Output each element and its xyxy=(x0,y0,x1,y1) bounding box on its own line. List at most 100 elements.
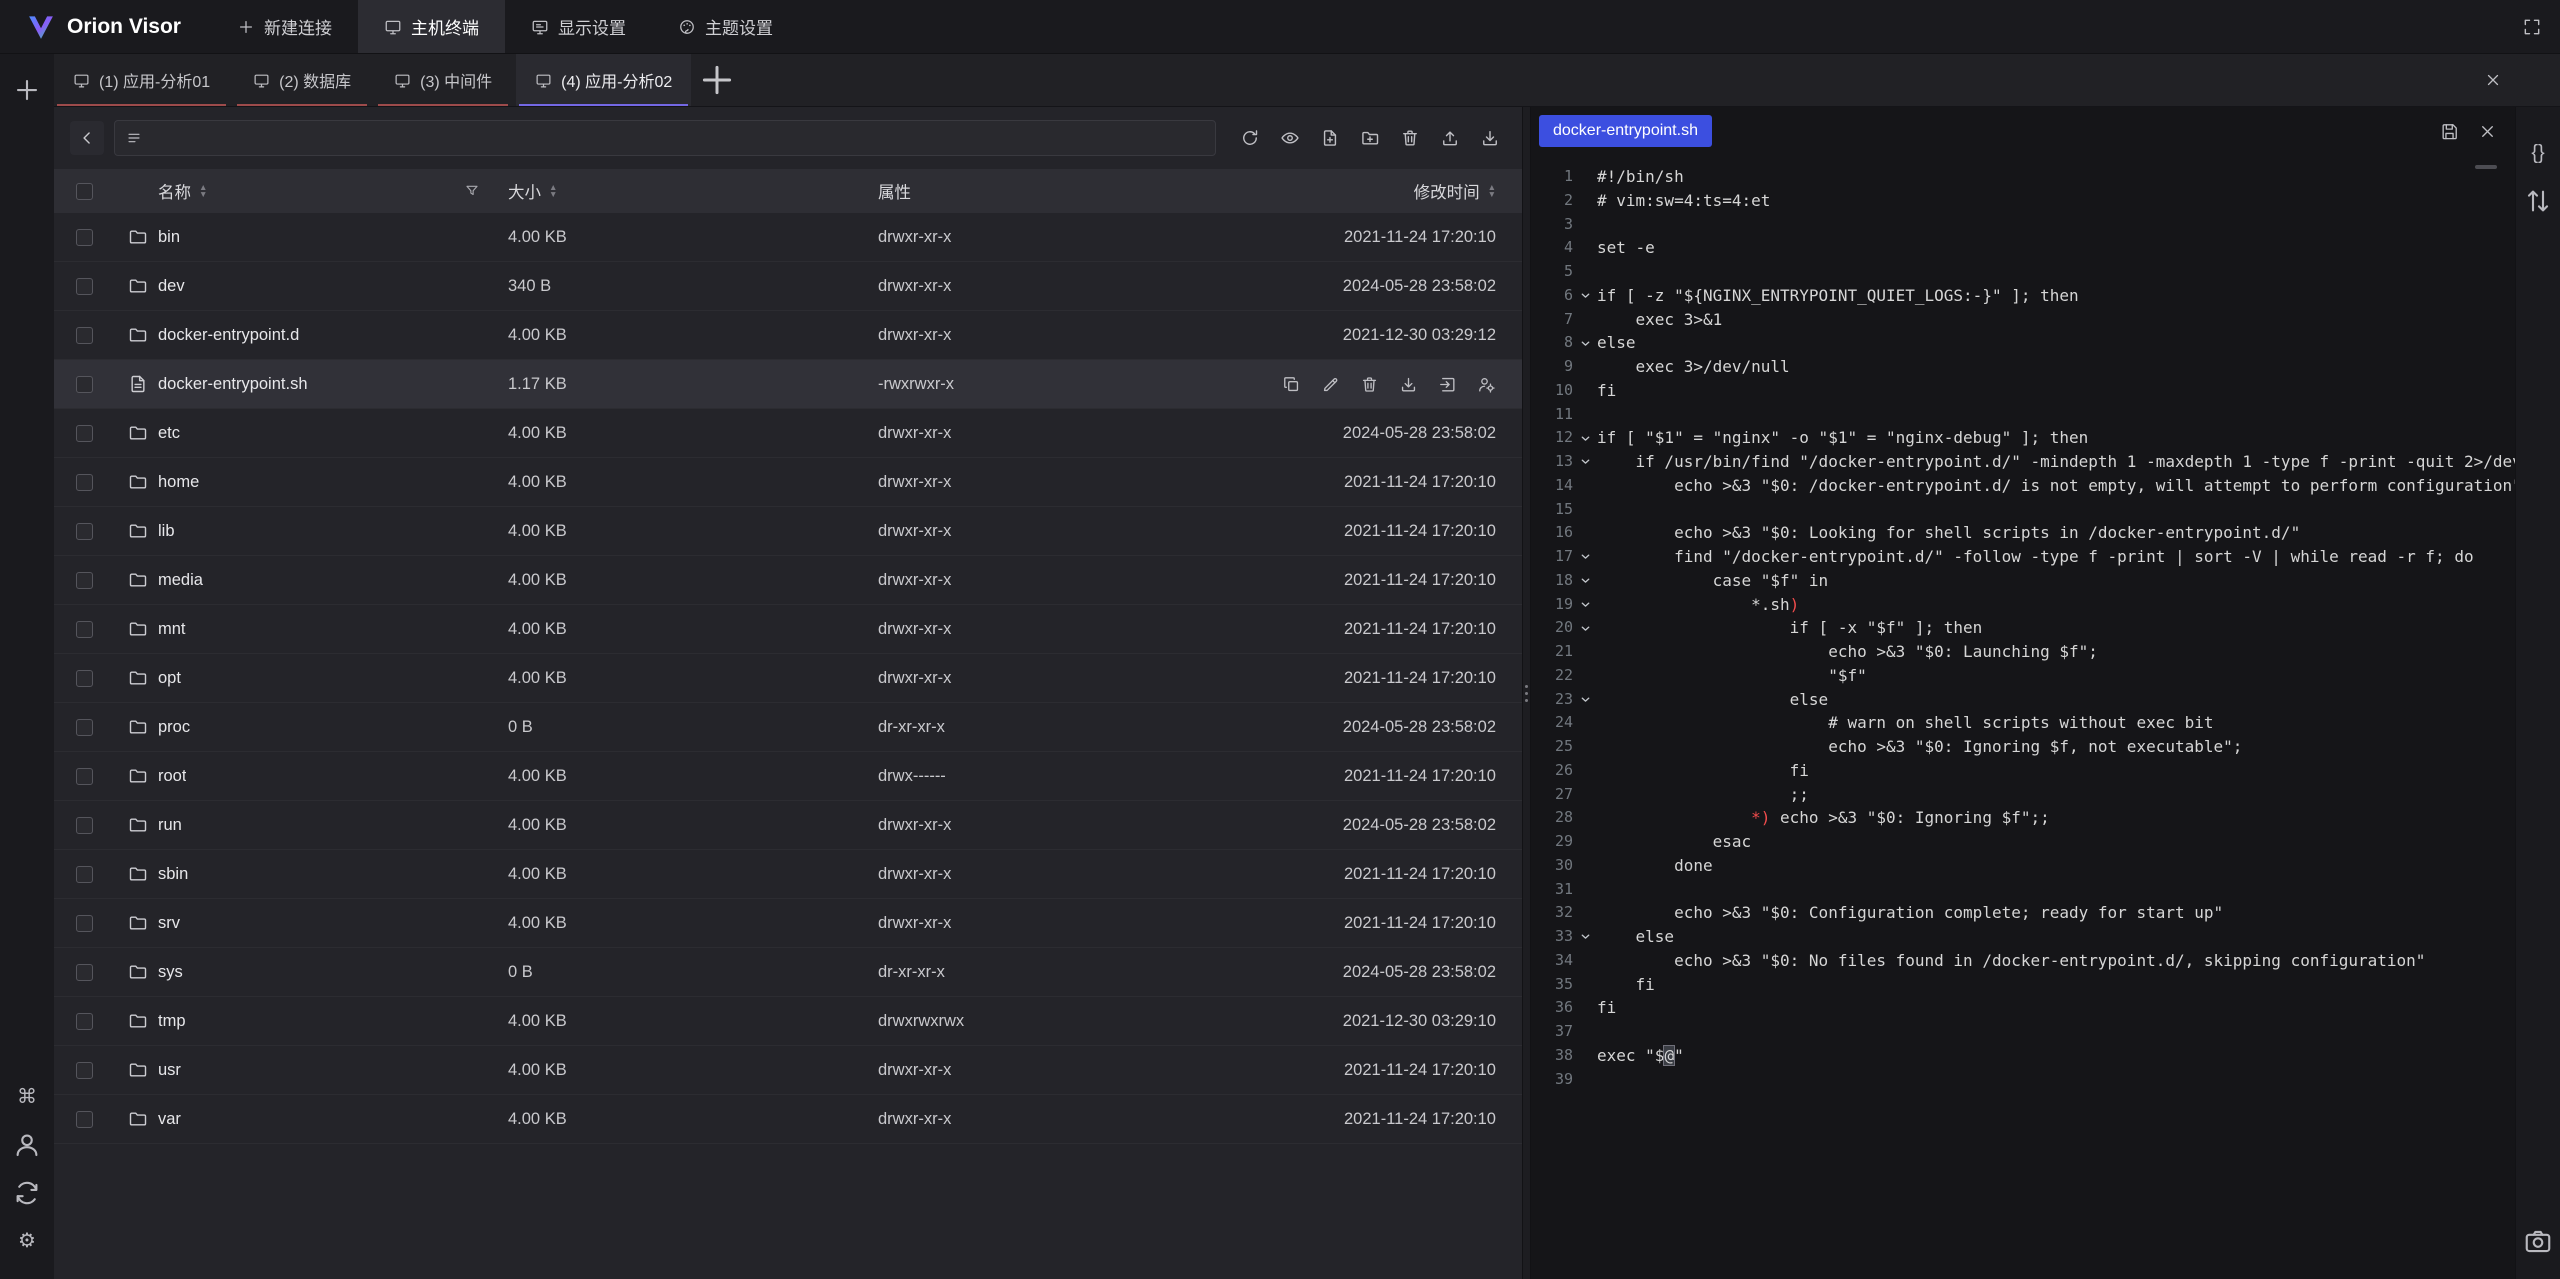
path-input[interactable] xyxy=(151,129,1204,147)
panel-splitter[interactable] xyxy=(1522,107,1531,1279)
row-checkbox[interactable] xyxy=(76,621,93,638)
permission-icon[interactable] xyxy=(1477,375,1496,394)
table-row[interactable]: mnt4.00 KBdrwxr-xr-x2021-11-24 17:20:10 xyxy=(54,605,1522,654)
screenshot-icon[interactable] xyxy=(2523,1226,2553,1256)
fold-icon[interactable] xyxy=(1573,925,1597,949)
table-row[interactable]: root4.00 KBdrwx------2021-11-24 17:20:10 xyxy=(54,752,1522,801)
menu-item-new-connection[interactable]: 新建连接 xyxy=(211,0,358,53)
file-name-cell[interactable]: proc xyxy=(114,717,494,737)
refresh-icon[interactable] xyxy=(1240,128,1260,148)
file-name-cell[interactable]: root xyxy=(114,766,494,786)
file-name-cell[interactable]: lib xyxy=(114,521,494,541)
file-name-cell[interactable]: media xyxy=(114,570,494,590)
row-checkbox[interactable] xyxy=(76,817,93,834)
tab-middleware[interactable]: (3) 中间件 xyxy=(375,54,511,106)
row-checkbox[interactable] xyxy=(76,768,93,785)
create-file-icon[interactable] xyxy=(1320,128,1340,148)
row-checkbox[interactable] xyxy=(76,964,93,981)
sync-icon[interactable] xyxy=(12,1178,42,1208)
move-icon[interactable] xyxy=(1438,375,1457,394)
row-checkbox[interactable] xyxy=(76,915,93,932)
column-header-name[interactable]: 名称 xyxy=(158,179,191,203)
table-row[interactable]: opt4.00 KBdrwxr-xr-x2021-11-24 17:20:10 xyxy=(54,654,1522,703)
column-header-mtime[interactable]: 修改时间 xyxy=(1414,179,1480,203)
tab-database[interactable]: (2) 数据库 xyxy=(234,54,370,106)
table-row[interactable]: run4.00 KBdrwxr-xr-x2024-05-28 23:58:02 xyxy=(54,801,1522,850)
table-row[interactable]: sbin4.00 KBdrwxr-xr-x2021-11-24 17:20:10 xyxy=(54,850,1522,899)
fold-icon[interactable] xyxy=(1573,569,1597,593)
sort-name-icon[interactable]: ▲▼ xyxy=(199,184,207,198)
table-row[interactable]: etc4.00 KBdrwxr-xr-x2024-05-28 23:58:02 xyxy=(54,409,1522,458)
row-checkbox[interactable] xyxy=(76,474,93,491)
table-row[interactable]: docker-entrypoint.d4.00 KBdrwxr-xr-x2021… xyxy=(54,311,1522,360)
back-icon[interactable] xyxy=(70,121,104,155)
fold-icon[interactable] xyxy=(1573,688,1597,712)
file-name-cell[interactable]: tmp xyxy=(114,1011,494,1031)
file-name-cell[interactable]: dev xyxy=(114,276,494,296)
row-checkbox[interactable] xyxy=(76,425,93,442)
file-name-cell[interactable]: mnt xyxy=(114,619,494,639)
snippets-icon[interactable]: {} xyxy=(2523,138,2553,168)
file-name-cell[interactable]: home xyxy=(114,472,494,492)
sort-size-icon[interactable]: ▲▼ xyxy=(549,184,557,198)
column-header-size[interactable]: 大小 xyxy=(508,179,541,203)
create-folder-icon[interactable] xyxy=(1360,128,1380,148)
delete-icon[interactable] xyxy=(1400,128,1420,148)
file-name-cell[interactable]: opt xyxy=(114,668,494,688)
row-checkbox[interactable] xyxy=(76,670,93,687)
fullscreen-icon[interactable] xyxy=(2522,17,2542,37)
row-checkbox[interactable] xyxy=(76,1013,93,1030)
close-icon[interactable] xyxy=(2478,122,2497,141)
table-row[interactable]: var4.00 KBdrwxr-xr-x2021-11-24 17:20:10 xyxy=(54,1095,1522,1144)
file-name-cell[interactable]: sys xyxy=(114,962,494,982)
row-checkbox[interactable] xyxy=(76,719,93,736)
fold-icon[interactable] xyxy=(1573,426,1597,450)
row-checkbox[interactable] xyxy=(76,1062,93,1079)
download-icon[interactable] xyxy=(1480,128,1500,148)
fold-icon[interactable] xyxy=(1573,593,1597,617)
add-icon[interactable] xyxy=(12,75,42,105)
new-tab-icon[interactable] xyxy=(696,54,738,106)
scrollbar-thumb[interactable] xyxy=(2475,165,2497,169)
swap-lines-icon[interactable] xyxy=(2523,186,2553,216)
row-checkbox[interactable] xyxy=(76,866,93,883)
tab-app-01[interactable]: (1) 应用-分析01 xyxy=(54,54,229,106)
delete-icon[interactable] xyxy=(1360,375,1379,394)
sort-mtime-icon[interactable]: ▲▼ xyxy=(1488,184,1496,198)
copy-path-icon[interactable] xyxy=(1282,375,1301,394)
file-name-cell[interactable]: var xyxy=(114,1109,494,1129)
fold-icon[interactable] xyxy=(1573,545,1597,569)
file-name-cell[interactable]: bin xyxy=(114,227,494,247)
edit-icon[interactable] xyxy=(1321,375,1340,394)
table-row[interactable]: tmp4.00 KBdrwxrwxrwx2021-12-30 03:29:10 xyxy=(54,997,1522,1046)
table-row[interactable]: dev340 Bdrwxr-xr-x2024-05-28 23:58:02 xyxy=(54,262,1522,311)
close-panel-icon[interactable] xyxy=(2484,71,2502,89)
code-editor[interactable]: 1#!/bin/sh2# vim:sw=4:ts=4:et34set -e56i… xyxy=(1531,155,2515,1279)
user-icon[interactable] xyxy=(12,1130,42,1160)
file-name-cell[interactable]: docker-entrypoint.d xyxy=(114,325,494,345)
menu-item-theme-settings[interactable]: 主题设置 xyxy=(652,0,799,53)
menu-item-display-settings[interactable]: 显示设置 xyxy=(505,0,652,53)
row-checkbox[interactable] xyxy=(76,327,93,344)
fold-icon[interactable] xyxy=(1573,450,1597,474)
fold-icon[interactable] xyxy=(1573,616,1597,640)
table-row[interactable]: media4.00 KBdrwxr-xr-x2021-11-24 17:20:1… xyxy=(54,556,1522,605)
toggle-hidden-icon[interactable] xyxy=(1280,128,1300,148)
save-icon[interactable] xyxy=(2440,122,2459,141)
row-checkbox[interactable] xyxy=(76,523,93,540)
row-checkbox[interactable] xyxy=(76,376,93,393)
fold-icon[interactable] xyxy=(1573,331,1597,355)
file-name-cell[interactable]: srv xyxy=(114,913,494,933)
row-checkbox[interactable] xyxy=(76,1111,93,1128)
table-row[interactable]: usr4.00 KBdrwxr-xr-x2021-11-24 17:20:10 xyxy=(54,1046,1522,1095)
filter-icon[interactable] xyxy=(464,183,480,199)
shortcut-keys-icon[interactable]: ⌘ xyxy=(12,1082,42,1112)
file-name-cell[interactable]: etc xyxy=(114,423,494,443)
upload-icon[interactable] xyxy=(1440,128,1460,148)
menu-item-host-terminal[interactable]: 主机终端 xyxy=(358,0,505,53)
select-all-checkbox[interactable] xyxy=(76,183,93,200)
table-row[interactable]: srv4.00 KBdrwxr-xr-x2021-11-24 17:20:10 xyxy=(54,899,1522,948)
table-row[interactable]: proc0 Bdr-xr-xr-x2024-05-28 23:58:02 xyxy=(54,703,1522,752)
table-row[interactable]: lib4.00 KBdrwxr-xr-x2021-11-24 17:20:10 xyxy=(54,507,1522,556)
table-row[interactable]: bin4.00 KBdrwxr-xr-x2021-11-24 17:20:10 xyxy=(54,213,1522,262)
